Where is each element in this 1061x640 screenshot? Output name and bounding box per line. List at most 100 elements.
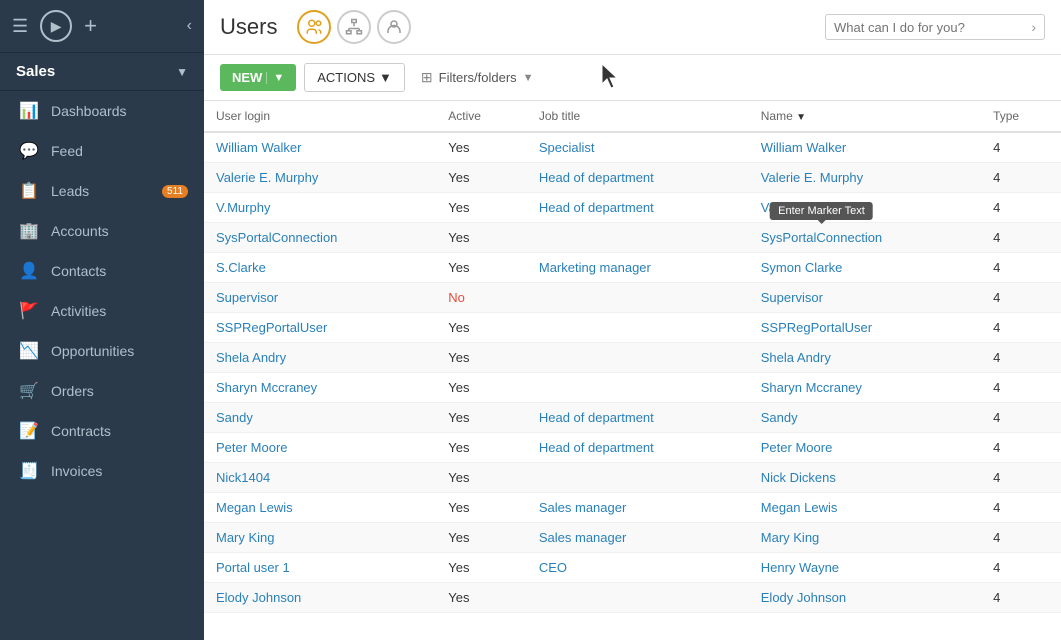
name-link[interactable]: Peter Moore (761, 440, 833, 455)
sidebar-item-dashboards[interactable]: 📊 Dashboards (0, 91, 204, 131)
hamburger-icon[interactable]: ☰ (12, 16, 28, 37)
sidebar-item-label-orders: Orders (51, 383, 94, 399)
user-login-link[interactable]: Elody Johnson (216, 590, 301, 605)
name-link[interactable]: Valerie E. Murphy (761, 170, 863, 185)
cell-active: Yes (436, 163, 527, 193)
org-chart-icon-btn[interactable] (337, 10, 371, 44)
name-link[interactable]: SSPRegPortalUser (761, 320, 872, 335)
sidebar-section-label: Sales (16, 63, 176, 80)
name-link[interactable]: Sandy (761, 410, 798, 425)
user-login-link[interactable]: Valerie E. Murphy (216, 170, 318, 185)
sidebar-item-opportunities[interactable]: 📉 Opportunities (0, 331, 204, 371)
cell-active: Yes (436, 373, 527, 403)
sidebar-section-sales[interactable]: Sales ▼ (0, 53, 204, 91)
actions-button[interactable]: ACTIONS ▼ (304, 63, 405, 92)
col-name[interactable]: Name ▼ (749, 101, 981, 132)
cell-active: Yes (436, 463, 527, 493)
name-link[interactable]: Elody Johnson (761, 590, 846, 605)
cell-job-title: Head of department (527, 163, 749, 193)
cell-type: 4 (981, 433, 1061, 463)
table-row: Shela Andry Yes Shela Andry 4 (204, 343, 1061, 373)
sidebar-item-label-contacts: Contacts (51, 263, 106, 279)
sidebar-item-orders[interactable]: 🛒 Orders (0, 371, 204, 411)
cell-name: Supervisor (749, 283, 981, 313)
sidebar-item-invoices[interactable]: 🧾 Invoices (0, 451, 204, 491)
user-login-link[interactable]: Mary King (216, 530, 275, 545)
cell-user-login: Supervisor (204, 283, 436, 313)
name-link[interactable]: Sharyn Mccraney (761, 380, 862, 395)
sidebar-item-label-dashboards: Dashboards (51, 103, 127, 119)
sidebar-item-contacts[interactable]: 👤 Contacts (0, 251, 204, 291)
name-link[interactable]: Mary King (761, 530, 820, 545)
name-link[interactable]: Nick Dickens (761, 470, 836, 485)
name-link[interactable]: Henry Wayne (761, 560, 839, 575)
sort-arrow-icon: ▼ (796, 112, 806, 123)
filters-folders-btn[interactable]: ⊞ Filters/folders ▼ (421, 69, 534, 86)
topbar: Users › (204, 0, 1061, 55)
name-link[interactable]: Supervisor (761, 290, 823, 305)
sidebar-item-activities[interactable]: 🚩 Activities (0, 291, 204, 331)
profile-icon-btn[interactable] (377, 10, 411, 44)
name-link[interactable]: Symon Clarke (761, 260, 843, 275)
sidebar-item-label-leads: Leads (51, 183, 89, 199)
cell-active: Yes (436, 193, 527, 223)
cell-user-login: Sharyn Mccraney (204, 373, 436, 403)
cell-type: 4 (981, 373, 1061, 403)
col-active: Active (436, 101, 527, 132)
activities-icon: 🚩 (19, 301, 39, 321)
search-arrow-icon: › (1031, 19, 1036, 35)
name-link[interactable]: Shela Andry (761, 350, 831, 365)
user-login-link[interactable]: S.Clarke (216, 260, 266, 275)
sidebar-item-feed[interactable]: 💬 Feed (0, 131, 204, 171)
user-login-link[interactable]: Shela Andry (216, 350, 286, 365)
cell-user-login: Sandy (204, 403, 436, 433)
add-icon[interactable]: + (84, 13, 97, 39)
table-row: Valerie E. Murphy Yes Head of department… (204, 163, 1061, 193)
cell-name: Symon Clarke (749, 253, 981, 283)
user-login-link[interactable]: Supervisor (216, 290, 278, 305)
user-login-link[interactable]: Sharyn Mccraney (216, 380, 317, 395)
name-link[interactable]: William Walker (761, 140, 846, 155)
user-login-link[interactable]: SSPRegPortalUser (216, 320, 327, 335)
user-login-link[interactable]: Sandy (216, 410, 253, 425)
user-login-link[interactable]: Peter Moore (216, 440, 288, 455)
search-box[interactable]: › (825, 14, 1045, 40)
name-link[interactable]: SysPortalConnection (761, 230, 882, 245)
cell-type: 4 (981, 283, 1061, 313)
users-list-icon-btn[interactable] (297, 10, 331, 44)
collapse-icon[interactable]: ‹ (187, 17, 192, 35)
sidebar-item-accounts[interactable]: 🏢 Accounts (0, 211, 204, 251)
user-login-link[interactable]: Megan Lewis (216, 500, 293, 515)
name-link[interactable]: Megan Lewis (761, 500, 838, 515)
cell-user-login: Nick1404 (204, 463, 436, 493)
cell-name: Megan Lewis (749, 493, 981, 523)
user-login-link[interactable]: Nick1404 (216, 470, 270, 485)
user-login-link[interactable]: William Walker (216, 140, 301, 155)
new-dropdown-arrow[interactable]: ▼ (266, 72, 284, 84)
cell-job-title (527, 223, 749, 253)
page-title: Users (220, 14, 277, 40)
cell-type: 4 (981, 523, 1061, 553)
cell-user-login: Elody Johnson (204, 583, 436, 613)
table-row: Sandy Yes Head of department Sandy 4 (204, 403, 1061, 433)
user-login-link[interactable]: SysPortalConnection (216, 230, 337, 245)
search-input[interactable] (834, 20, 1025, 35)
cursor-icon (602, 64, 622, 88)
new-label: NEW (232, 70, 262, 85)
user-login-link[interactable]: Portal user 1 (216, 560, 290, 575)
feed-icon: 💬 (19, 141, 39, 161)
cell-name: Shela Andry (749, 343, 981, 373)
table-row: Supervisor No Supervisor 4 (204, 283, 1061, 313)
app-logo[interactable]: ▶ (40, 10, 72, 42)
user-login-link[interactable]: V.Murphy (216, 200, 270, 215)
cell-name: Elody Johnson (749, 583, 981, 613)
cell-type: 4 (981, 583, 1061, 613)
new-button[interactable]: NEW ▼ (220, 64, 296, 91)
table-row: Sharyn Mccraney Yes Sharyn Mccraney 4 (204, 373, 1061, 403)
sidebar-item-contracts[interactable]: 📝 Contracts (0, 411, 204, 451)
actions-label: ACTIONS (317, 70, 375, 85)
orders-icon: 🛒 (19, 381, 39, 401)
cell-job-title (527, 283, 749, 313)
filters-arrow-icon: ▼ (523, 72, 534, 84)
sidebar-item-leads[interactable]: 📋 Leads 511 (0, 171, 204, 211)
